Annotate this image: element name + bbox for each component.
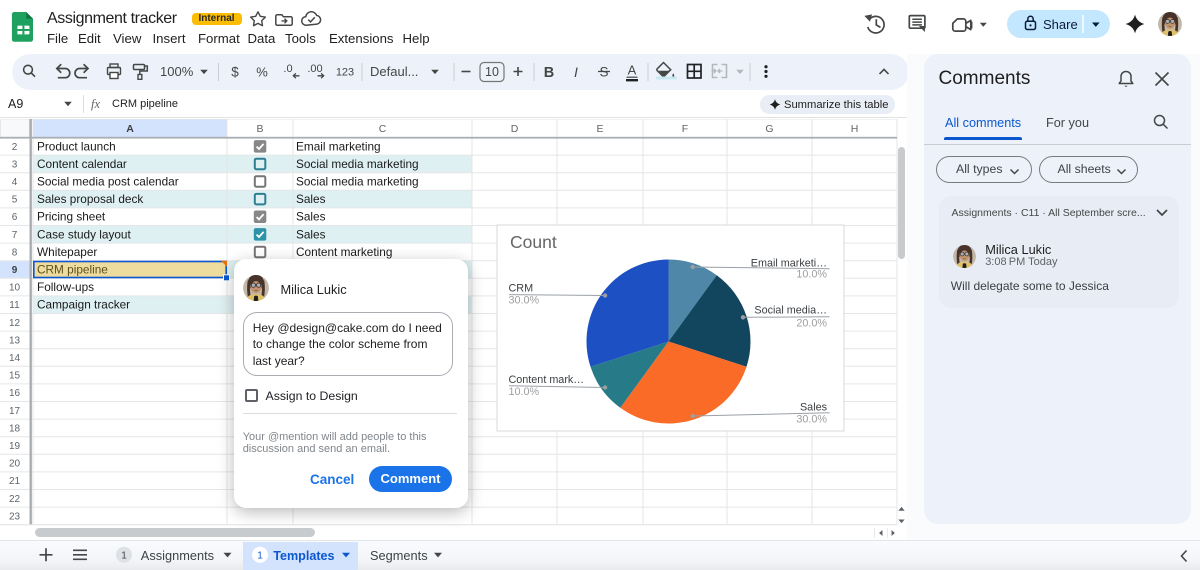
svg-text:D: D	[511, 123, 519, 135]
svg-text:Case study layout: Case study layout	[37, 227, 131, 241]
svg-text:17: 17	[9, 406, 21, 417]
svg-text:B: B	[544, 65, 554, 81]
svg-text:14: 14	[9, 353, 21, 364]
svg-text:10.0%: 10.0%	[796, 269, 827, 281]
svg-text:Count: Count	[510, 232, 557, 252]
svg-text:Defaul...: Defaul...	[370, 64, 418, 79]
svg-text:20: 20	[9, 459, 21, 470]
svg-text:6: 6	[12, 212, 18, 223]
svg-text:15: 15	[9, 371, 21, 382]
svg-text:CRM: CRM	[509, 283, 534, 295]
svg-text:Sales proposal deck: Sales proposal deck	[37, 192, 143, 206]
svg-text:20.0%: 20.0%	[796, 318, 827, 330]
svg-text:C: C	[379, 123, 387, 135]
svg-text:100%: 100%	[160, 64, 194, 79]
svg-text:F: F	[682, 123, 688, 135]
svg-text:3: 3	[12, 159, 18, 170]
svg-text:30.0%: 30.0%	[796, 414, 827, 426]
svg-text:$: $	[231, 65, 239, 80]
svg-text:A: A	[628, 63, 637, 78]
svg-text:4: 4	[12, 177, 18, 188]
svg-text:21: 21	[9, 476, 21, 487]
svg-text:10.0%: 10.0%	[509, 386, 540, 398]
svg-text:Sales: Sales	[296, 210, 326, 224]
svg-text:B: B	[256, 123, 263, 135]
svg-text:CRM pipeline: CRM pipeline	[37, 263, 108, 277]
svg-text:10: 10	[9, 283, 21, 294]
svg-text:12: 12	[9, 318, 21, 329]
svg-text:Follow-ups: Follow-ups	[37, 280, 94, 294]
svg-text:1: 1	[121, 550, 127, 561]
svg-text:Social media marketing: Social media marketing	[296, 175, 419, 189]
svg-text:18: 18	[9, 423, 21, 434]
svg-text:11: 11	[9, 300, 20, 311]
svg-text:Content marketing: Content marketing	[296, 245, 392, 259]
svg-text:Whitepaper: Whitepaper	[37, 245, 97, 259]
svg-text:9: 9	[12, 265, 18, 276]
svg-text:16: 16	[9, 388, 21, 399]
svg-text:Product launch: Product launch	[37, 139, 116, 153]
svg-text:Campaign tracker: Campaign tracker	[37, 298, 130, 312]
svg-text:Sales: Sales	[800, 402, 828, 414]
svg-text:19: 19	[9, 441, 21, 452]
svg-text:H: H	[851, 123, 859, 135]
svg-text:5: 5	[12, 195, 18, 206]
svg-text:Email marketing: Email marketing	[296, 139, 381, 153]
svg-text:30.0%: 30.0%	[509, 295, 540, 307]
svg-text:Assignments: Assignments	[141, 548, 214, 563]
svg-text:Social media post calendar: Social media post calendar	[37, 175, 179, 189]
svg-text:%: %	[256, 65, 268, 80]
svg-text:2: 2	[12, 142, 18, 153]
svg-text:Content mark…: Content mark…	[509, 374, 585, 386]
svg-text:A: A	[126, 123, 134, 135]
svg-text:Sales: Sales	[296, 192, 326, 206]
svg-text:7: 7	[12, 230, 18, 241]
svg-text:Pricing sheet: Pricing sheet	[37, 210, 106, 224]
svg-text:E: E	[596, 123, 603, 135]
svg-text:23: 23	[9, 511, 21, 522]
svg-text:Social media…: Social media…	[754, 305, 827, 317]
svg-text:G: G	[765, 123, 773, 135]
svg-text:.0: .0	[283, 63, 292, 75]
svg-text:Templates: Templates	[273, 549, 334, 563]
svg-text:.00: .00	[307, 63, 322, 75]
svg-text:10: 10	[485, 65, 499, 79]
svg-text:Content calendar: Content calendar	[37, 157, 127, 171]
svg-text:22: 22	[9, 494, 21, 505]
svg-text:13: 13	[9, 335, 21, 346]
svg-text:Segments: Segments	[370, 548, 428, 563]
svg-text:Sales: Sales	[296, 227, 326, 241]
svg-text:123: 123	[336, 67, 354, 79]
svg-text:1: 1	[257, 550, 263, 561]
svg-text:8: 8	[12, 247, 18, 258]
svg-text:Social media marketing: Social media marketing	[296, 157, 419, 171]
svg-text:I: I	[574, 64, 578, 80]
